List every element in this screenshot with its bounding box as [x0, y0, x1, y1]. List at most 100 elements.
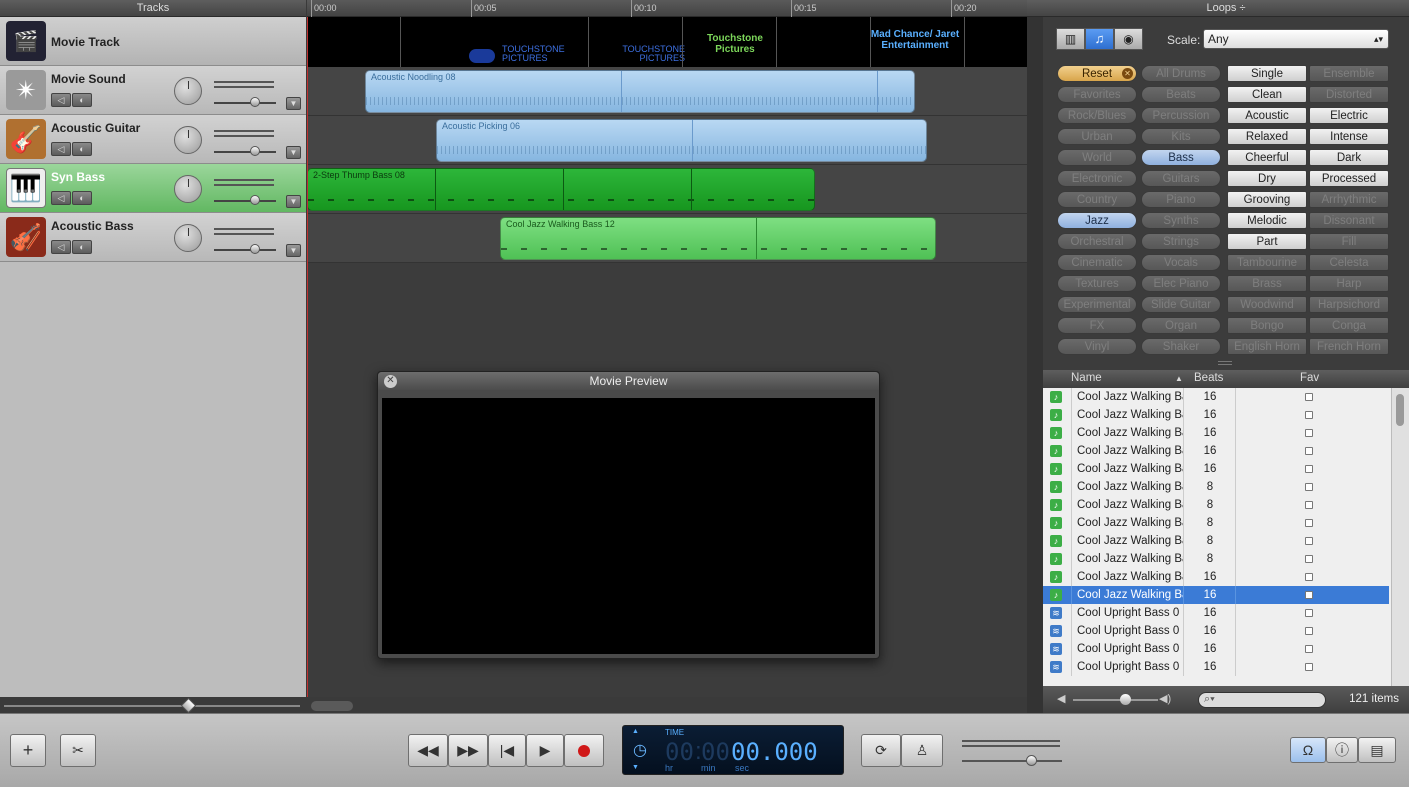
keyword-button-country[interactable]: Country — [1057, 191, 1137, 208]
loop-browser-button[interactable]: Ω — [1290, 737, 1326, 763]
pan-knob[interactable] — [174, 126, 202, 154]
keyword-button-organ[interactable]: Organ — [1141, 317, 1221, 334]
keyword-button-brass[interactable]: Brass — [1227, 275, 1307, 292]
table-row[interactable]: ≋ Cool Upright Bass 0 16 — [1043, 622, 1389, 640]
volume-slider-knob[interactable] — [250, 146, 260, 156]
mute-button[interactable]: ◁ — [51, 240, 71, 254]
loops-header[interactable]: Loops ÷ — [1043, 0, 1409, 17]
solo-button[interactable]: ◐ — [72, 93, 92, 107]
edit-scissors-icon[interactable]: ✂ — [60, 734, 96, 767]
favorite-checkbox[interactable] — [1305, 537, 1313, 545]
favorite-checkbox[interactable] — [1305, 483, 1313, 491]
track-expand-button[interactable]: ▼ — [286, 97, 301, 110]
keyword-button-percussion[interactable]: Percussion — [1141, 107, 1221, 124]
keyword-button-cinematic[interactable]: Cinematic — [1057, 254, 1137, 271]
solo-button[interactable]: ◐ — [72, 142, 92, 156]
keyword-button-fill[interactable]: Fill — [1309, 233, 1389, 250]
results-scrollbar[interactable] — [1391, 388, 1409, 686]
keyword-button-jazz[interactable]: Jazz — [1057, 212, 1137, 229]
keyword-button-intense[interactable]: Intense — [1309, 128, 1389, 145]
table-row[interactable]: ♪ Cool Jazz Walking Ba 16 — [1043, 406, 1389, 424]
table-row[interactable]: ♪ Cool Jazz Walking Ba 8 — [1043, 496, 1389, 514]
keyword-button-vocals[interactable]: Vocals — [1141, 254, 1221, 271]
favorite-checkbox[interactable] — [1305, 465, 1313, 473]
resize-handle[interactable] — [1218, 361, 1232, 365]
vertical-scrollbar[interactable] — [1027, 17, 1043, 713]
table-row[interactable]: ♪ Cool Jazz Walking Ba 8 — [1043, 532, 1389, 550]
favorite-checkbox[interactable] — [1305, 393, 1313, 401]
table-row[interactable]: ♪ Cool Jazz Walking Ba 16 — [1043, 424, 1389, 442]
keyword-button-conga[interactable]: Conga — [1309, 317, 1389, 334]
keyword-button-kits[interactable]: Kits — [1141, 128, 1221, 145]
favorite-checkbox[interactable] — [1305, 573, 1313, 581]
record-button[interactable] — [564, 734, 604, 767]
zoom-slider[interactable] — [4, 705, 300, 707]
favorite-checkbox[interactable] — [1305, 501, 1313, 509]
column-beats-header[interactable]: Beats — [1194, 370, 1223, 387]
pan-knob[interactable] — [174, 175, 202, 203]
favorite-checkbox[interactable] — [1305, 645, 1313, 653]
keyword-button-elec-piano[interactable]: Elec Piano — [1141, 275, 1221, 292]
podcast-view-icon[interactable]: ◉ — [1114, 28, 1143, 50]
keyword-button-woodwind[interactable]: Woodwind — [1227, 296, 1307, 313]
keyword-button-processed[interactable]: Processed — [1309, 170, 1389, 187]
volume-slider[interactable] — [214, 249, 276, 251]
table-row[interactable]: ♪ Cool Jazz Walking Ba 16 — [1043, 442, 1389, 460]
keyword-button-bass[interactable]: Bass — [1141, 149, 1221, 166]
track-header-movie[interactable]: 🎬 Movie Track — [0, 17, 306, 66]
favorite-checkbox[interactable] — [1305, 447, 1313, 455]
info-button[interactable]: ⓘ — [1326, 737, 1358, 763]
keyword-button-english-horn[interactable]: English Horn — [1227, 338, 1307, 355]
keyword-button-orchestral[interactable]: Orchestral — [1057, 233, 1137, 250]
table-row[interactable]: ♪ Cool Jazz Walking Ba 8 — [1043, 550, 1389, 568]
movie-track-lane[interactable]: TOUCHSTONE PICTURES TOUCHSTONE PICTURES … — [307, 17, 1027, 67]
table-row[interactable]: ♪ Cool Jazz Walking Ba 16 — [1043, 388, 1389, 406]
table-row[interactable]: ♪ Cool Jazz Walking Ba 16 — [1043, 568, 1389, 586]
metronome-button[interactable]: ♙ — [901, 734, 943, 767]
keyword-button-urban[interactable]: Urban — [1057, 128, 1137, 145]
lane-movie-sound[interactable]: Acoustic Noodling 08 — [307, 67, 1027, 116]
keyword-button-electric[interactable]: Electric — [1309, 107, 1389, 124]
favorite-checkbox[interactable] — [1305, 411, 1313, 419]
keyword-button-dark[interactable]: Dark — [1309, 149, 1389, 166]
table-row[interactable]: ≋ Cool Upright Bass 0 16 — [1043, 640, 1389, 658]
volume-slider[interactable] — [214, 102, 276, 104]
keyword-button-beats[interactable]: Beats — [1141, 86, 1221, 103]
volume-slider-knob[interactable] — [250, 244, 260, 254]
preview-volume-knob[interactable] — [1120, 694, 1131, 705]
region-2-step-thump-bass[interactable]: 2-Step Thump Bass 08 — [307, 168, 815, 211]
keyword-button-arrhythmic[interactable]: Arrhythmic — [1309, 191, 1389, 208]
keyword-button-ensemble[interactable]: Ensemble — [1309, 65, 1389, 82]
playhead[interactable] — [307, 17, 308, 697]
time-display[interactable]: TIME ▲ ▼ ◷ 00 : 00 00.000 hr min sec — [622, 725, 844, 775]
favorite-checkbox[interactable] — [1305, 429, 1313, 437]
cycle-button[interactable]: ⟳ — [861, 734, 901, 767]
keyword-button-synths[interactable]: Synths — [1141, 212, 1221, 229]
scroll-thumb[interactable] — [1396, 394, 1404, 426]
zoom-slider-knob[interactable] — [180, 697, 197, 714]
table-row[interactable]: ≋ Cool Upright Bass 0 16 — [1043, 604, 1389, 622]
favorite-checkbox[interactable] — [1305, 609, 1313, 617]
keyword-button-world[interactable]: World — [1057, 149, 1137, 166]
volume-slider-knob[interactable] — [250, 97, 260, 107]
preview-volume-slider[interactable] — [1073, 699, 1158, 701]
keyword-button-clean[interactable]: Clean — [1227, 86, 1307, 103]
keyword-button-harpsichord[interactable]: Harpsichord — [1309, 296, 1389, 313]
track-header-acoustic-bass[interactable]: 🎻 Acoustic Bass ◁ ◐ ▼ — [0, 213, 306, 262]
region-acoustic-picking[interactable]: Acoustic Picking 06 — [436, 119, 927, 162]
track-header-acoustic-guitar[interactable]: 🎸 Acoustic Guitar ◁ ◐ ▼ — [0, 115, 306, 164]
keyword-button-melodic[interactable]: Melodic — [1227, 212, 1307, 229]
table-row[interactable]: ♪ Cool Jazz Walking Ba 8 — [1043, 514, 1389, 532]
lane-acoustic-bass[interactable]: Cool Jazz Walking Bass 12 — [307, 214, 1027, 263]
timeline-ruler[interactable]: 00:00 00:05 00:10 00:15 00:20 — [307, 0, 1027, 17]
keyword-button-bongo[interactable]: Bongo — [1227, 317, 1307, 334]
play-button[interactable]: ▶ — [526, 734, 564, 767]
keyword-button-dry[interactable]: Dry — [1227, 170, 1307, 187]
movie-preview-window[interactable]: Movie Preview ✕ — [377, 371, 880, 659]
keyword-button-favorites[interactable]: Favorites — [1057, 86, 1137, 103]
favorite-checkbox[interactable] — [1305, 519, 1313, 527]
media-browser-button[interactable]: ▤ — [1358, 737, 1396, 763]
track-expand-button[interactable]: ▼ — [286, 244, 301, 257]
favorite-checkbox[interactable] — [1305, 591, 1313, 599]
scale-select[interactable]: Any ▴▾ — [1203, 29, 1389, 49]
